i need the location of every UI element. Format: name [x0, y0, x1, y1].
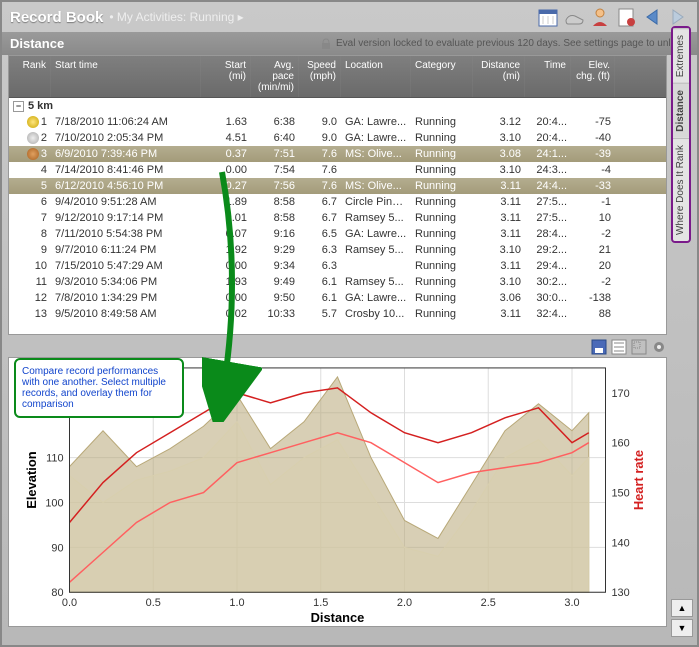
section-title: Distance [10, 36, 64, 51]
svg-text:100: 100 [45, 497, 63, 509]
table-row[interactable]: 79/12/2010 9:17:14 PM0.018:586.7Ramsey 5… [9, 210, 666, 226]
col-elev[interactable]: Elev. chg. (ft) [571, 56, 615, 97]
table-row[interactable]: 27/10/2010 2:05:34 PM4.516:409.0GA: Lawr… [9, 130, 666, 146]
group-row[interactable]: −5 km [9, 98, 666, 114]
records-table: Rank Start time Start (mi) Avg. pace (mi… [8, 55, 667, 335]
svg-text:2.5: 2.5 [481, 597, 496, 609]
nav-forward-icon[interactable] [667, 6, 689, 28]
col-pace[interactable]: Avg. pace (min/mi) [251, 56, 299, 97]
svg-text:170: 170 [611, 388, 629, 400]
table-row[interactable]: 56/12/2010 4:56:10 PM0.277:567.6MS: Oliv… [9, 178, 666, 194]
calendar-icon[interactable] [537, 6, 559, 28]
report-icon[interactable] [615, 6, 637, 28]
table-row[interactable]: 127/8/2010 1:34:29 PM0.009:506.1GA: Lawr… [9, 290, 666, 306]
tab-extremes[interactable]: Extremes [673, 28, 689, 83]
svg-text:110: 110 [46, 453, 63, 465]
col-distance[interactable]: Distance (mi) [473, 56, 525, 97]
gear-icon[interactable] [651, 339, 667, 355]
col-rank[interactable]: Rank [9, 56, 51, 97]
table-row[interactable]: 107/15/2010 5:47:29 AM0.009:346.3Running… [9, 258, 666, 274]
svg-text:140: 140 [611, 537, 629, 549]
svg-text:3.0: 3.0 [564, 597, 579, 609]
tab-where-rank[interactable]: Where Does It Rank [673, 138, 689, 241]
table-row[interactable]: 87/11/2010 5:54:38 PM0.079:166.5GA: Lawr… [9, 226, 666, 242]
svg-text:0.5: 0.5 [146, 597, 161, 609]
medal-icon [27, 148, 39, 160]
svg-text:Distance: Distance [311, 610, 365, 625]
table-row[interactable]: 47/14/2010 8:41:46 PM0.007:547.6Running3… [9, 162, 666, 178]
svg-text:0.0: 0.0 [62, 597, 77, 609]
svg-text:2.0: 2.0 [397, 597, 412, 609]
breadcrumb[interactable]: • My Activities: Running ▸ [109, 10, 243, 24]
app-title: Record Book [10, 9, 103, 26]
scroll-up-button[interactable]: ▲ [671, 599, 693, 617]
table-row[interactable]: 139/5/2010 8:49:58 AM0.0210:335.7Crosby … [9, 306, 666, 322]
table-row[interactable]: 69/4/2010 9:51:28 AM1.898:586.7Circle Pi… [9, 194, 666, 210]
svg-text:Elevation: Elevation [24, 451, 39, 508]
svg-text:160: 160 [611, 438, 629, 450]
lock-icon [320, 38, 332, 50]
svg-text:1.0: 1.0 [229, 597, 244, 609]
person-icon[interactable] [589, 6, 611, 28]
shoe-icon[interactable] [563, 6, 585, 28]
list-icon[interactable] [611, 339, 627, 355]
info-callout: Compare record performances with one ano… [14, 358, 184, 418]
svg-text:150: 150 [611, 488, 629, 500]
zoom-icon[interactable] [631, 339, 647, 355]
medal-icon [27, 116, 39, 128]
col-start-time[interactable]: Start time [51, 56, 201, 97]
lock-message: Eval version locked to evaluate previous… [320, 38, 689, 50]
svg-text:Heart rate: Heart rate [631, 450, 646, 510]
svg-text:80: 80 [51, 587, 63, 599]
table-row[interactable]: 36/9/2010 7:39:46 PM0.377:517.6MS: Olive… [9, 146, 666, 162]
save-icon[interactable] [591, 339, 607, 355]
scroll-down-button[interactable]: ▼ [671, 619, 693, 637]
medal-icon [27, 132, 39, 144]
table-row[interactable]: 99/7/2010 6:11:24 PM1.929:296.3Ramsey 5.… [9, 242, 666, 258]
nav-back-icon[interactable] [641, 6, 663, 28]
svg-text:130: 130 [611, 587, 629, 599]
collapse-icon[interactable]: − [13, 101, 24, 112]
table-row[interactable]: 119/3/2010 5:34:06 PM1.939:496.1Ramsey 5… [9, 274, 666, 290]
side-tabs: Extremes Distance Where Does It Rank [671, 26, 691, 243]
svg-text:1.5: 1.5 [313, 597, 328, 609]
col-category[interactable]: Category [411, 56, 473, 97]
table-header: Rank Start time Start (mi) Avg. pace (mi… [9, 56, 666, 98]
col-start-mi[interactable]: Start (mi) [201, 56, 251, 97]
svg-text:90: 90 [51, 542, 63, 554]
col-location[interactable]: Location [341, 56, 411, 97]
col-time[interactable]: Time [525, 56, 571, 97]
table-row[interactable]: 17/18/2010 11:06:24 AM1.636:389.0GA: Law… [9, 114, 666, 130]
col-speed[interactable]: Speed (mph) [299, 56, 341, 97]
tab-distance[interactable]: Distance [673, 83, 689, 138]
